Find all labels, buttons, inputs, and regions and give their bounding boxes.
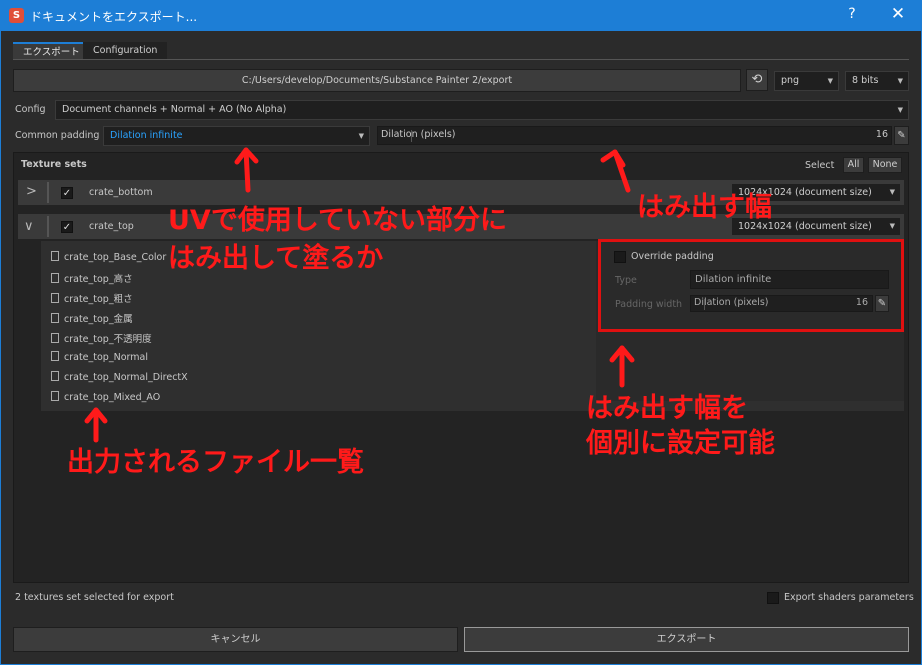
annotation-dilation: はみ出す幅 [637, 192, 772, 223]
arrow-up-icon [600, 149, 626, 168]
annotation-uv-line2: はみ出して塗るか [168, 243, 384, 274]
annotation-arrows [84, 147, 635, 443]
arrow-up-icon [243, 147, 251, 193]
annotation-file-list: 出力されるファイル一覧 [67, 447, 364, 478]
annotation-per-set-line1: はみ出す幅を [586, 393, 748, 424]
annotation-uv-line1: UVで使用していない部分に [168, 205, 508, 236]
annotation-per-set-line2: 個別に設定可能 [586, 428, 775, 459]
